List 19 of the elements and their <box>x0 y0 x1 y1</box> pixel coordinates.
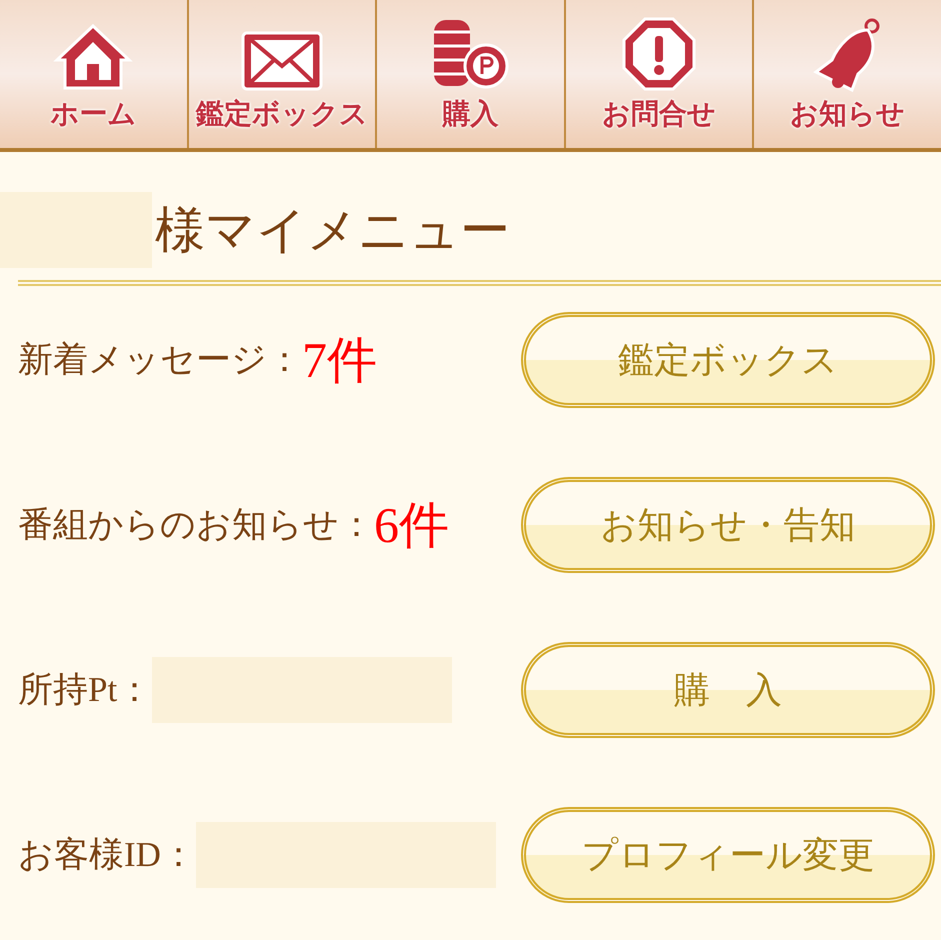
nav-tab[interactable]: 購入 <box>375 0 564 148</box>
field-label: 番組からのお知らせ： <box>18 504 374 546</box>
menu-button[interactable]: 鑑定ボックス <box>521 312 935 408</box>
count-value: 7件 <box>302 330 377 390</box>
nav-tab[interactable]: お問合せ <box>564 0 752 148</box>
nav-tab[interactable]: ホーム <box>0 0 187 148</box>
field-label: 所持Pt： <box>18 668 152 711</box>
count-value: 6件 <box>374 496 449 554</box>
field-label: 新着メッセージ： <box>18 338 302 381</box>
exclamation-octagon-icon <box>621 16 698 92</box>
nav-tab[interactable]: 鑑定ボックス <box>186 0 376 148</box>
house-icon <box>53 22 134 92</box>
page-title: 様マイメニュー <box>155 201 510 260</box>
nav-tab[interactable]: お知らせ <box>752 0 941 148</box>
field-label: お客様ID： <box>18 834 196 876</box>
menu-button[interactable]: お知らせ・告知 <box>521 477 935 573</box>
menu-button[interactable]: プロフィール変更 <box>521 807 935 903</box>
menu-button[interactable]: 購 入 <box>521 642 935 738</box>
envelope-icon <box>240 30 324 92</box>
